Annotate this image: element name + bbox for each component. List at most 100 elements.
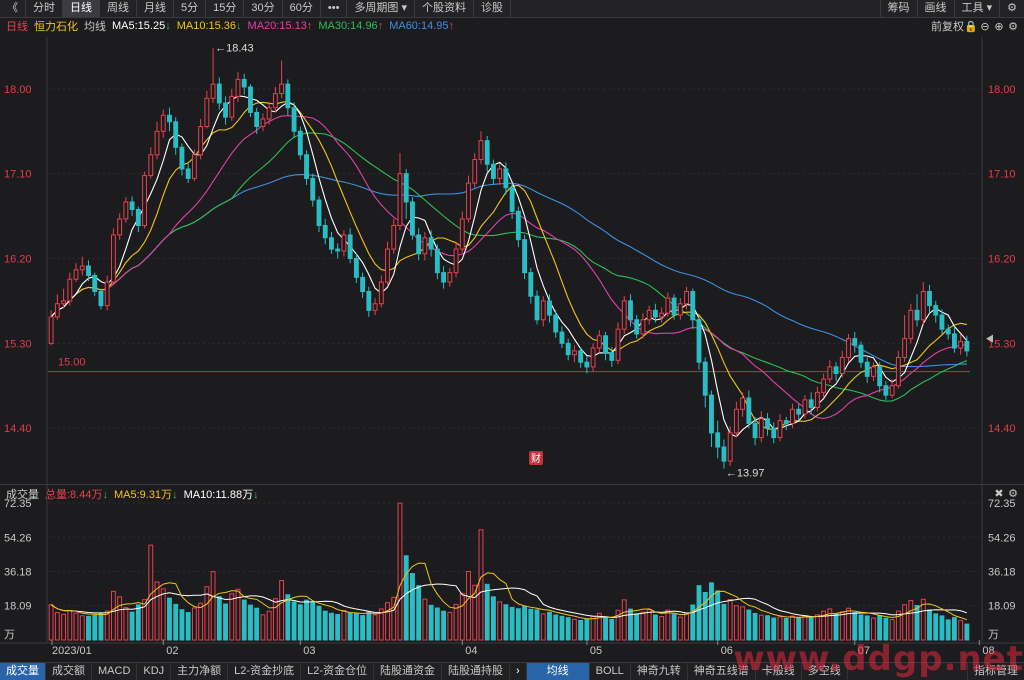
candle-body: [117, 218, 123, 236]
price-tick-right: 16.20: [988, 254, 1016, 266]
indicator-tab[interactable]: 成交额: [46, 663, 92, 680]
volume-bar: [771, 617, 777, 641]
candle-body: [621, 300, 627, 330]
overlay-tab[interactable]: 均线: [526, 663, 590, 680]
indicator-tab[interactable]: L2-资金抄底: [228, 663, 302, 680]
candle-body: [939, 314, 945, 330]
volume-bar: [839, 611, 845, 641]
overlay-tab[interactable]: BOLL: [590, 663, 631, 680]
volume-bar: [198, 602, 204, 641]
candle-body: [534, 295, 540, 321]
candle-body: [167, 114, 172, 123]
candle-body: [204, 97, 210, 128]
candle-body: [628, 300, 633, 321]
candle-body: [927, 290, 932, 307]
volume-bar: [883, 617, 889, 641]
indicator-tab[interactable]: L2-资金仓位: [301, 663, 374, 680]
x-axis-label: 07: [858, 645, 870, 657]
volume-bar: [578, 619, 584, 641]
candle-body: [104, 281, 110, 307]
candlestick-chart[interactable]: 18.00 18.0017.10 17.1016.20 16.2015.30 15.30…: [0, 0, 1024, 679]
candle-body: [366, 290, 372, 311]
volume-bar: [534, 609, 540, 641]
low-price-label: ←13.97: [726, 468, 765, 480]
volume-bar: [752, 612, 758, 641]
volume-bar: [503, 604, 509, 641]
candle-body: [584, 361, 590, 368]
indicator-tab[interactable]: 陆股通持股: [442, 663, 510, 680]
volume-bar: [372, 614, 378, 641]
volume-unit-right: 万: [988, 629, 999, 641]
volume-bar: [447, 611, 453, 641]
volume-bar: [522, 605, 528, 641]
candle-body: [696, 319, 702, 363]
candle-body: [416, 234, 422, 255]
candle-body: [727, 432, 733, 462]
volume-bar: [285, 594, 291, 641]
indicator-tab[interactable]: KDJ: [137, 663, 172, 680]
candle-body: [459, 218, 465, 250]
volume-bar: [179, 609, 185, 641]
overlay-tab[interactable]: 多空线: [802, 663, 848, 680]
candle-body: [248, 86, 253, 113]
candle-body: [908, 309, 914, 340]
volume-bar: [864, 615, 870, 641]
indicator-tab[interactable]: 主力净额: [171, 663, 229, 680]
x-axis-label: 03: [303, 645, 315, 657]
candle-body: [509, 187, 515, 212]
candle-body: [447, 272, 453, 283]
candle-body: [173, 121, 179, 148]
volume-bar: [347, 612, 353, 641]
candle-body: [216, 83, 222, 104]
volume-bar: [609, 618, 615, 641]
candle-body: [752, 422, 758, 439]
candle-body: [702, 361, 708, 396]
volume-bar: [665, 609, 671, 641]
volume-bar: [927, 609, 932, 641]
candle-body: [846, 338, 851, 358]
price-tick-left: 14.40: [4, 423, 32, 435]
candle-body: [135, 208, 141, 227]
volume-bar: [416, 585, 422, 641]
volume-tick-right: 36.18: [988, 566, 1016, 578]
indicator-tab[interactable]: MACD: [92, 663, 138, 680]
overlay-tab[interactable]: 神奇五线谱: [688, 663, 756, 680]
volume-bar: [453, 603, 459, 641]
candle-body: [360, 276, 366, 292]
candle-body: [48, 316, 54, 344]
volume-bar: [73, 612, 79, 641]
candle-body: [223, 102, 228, 118]
candle-body: [578, 350, 584, 363]
candle-body: [67, 278, 73, 302]
volume-bar: [191, 607, 197, 641]
candle-body: [266, 107, 272, 120]
volume-bar: [484, 583, 490, 641]
volume-bar: [634, 613, 640, 641]
volume-bar: [740, 606, 746, 641]
candle-body: [609, 352, 615, 361]
candle-body: [709, 394, 714, 434]
candle-body: [210, 83, 216, 99]
indicator-tab[interactable]: 陆股通资金: [374, 663, 442, 680]
candle-body: [297, 130, 303, 156]
volume-bar: [86, 615, 91, 641]
candle-body: [123, 201, 129, 220]
candle-body: [783, 420, 789, 424]
overlay-tab[interactable]: 神奇九转: [631, 663, 688, 680]
volume-bar: [154, 581, 160, 641]
volume-bar: [229, 593, 235, 641]
ma60-line: [50, 174, 967, 368]
volume-bar: [397, 502, 403, 641]
candle-body: [503, 168, 509, 189]
candle-body: [466, 182, 471, 220]
candle-body: [902, 338, 908, 358]
volume-bar: [758, 614, 764, 641]
price-tick-left: 15.30: [4, 338, 32, 350]
volume-tick-left: 54.26: [4, 532, 32, 544]
scroll-right-icon[interactable]: ›: [510, 663, 527, 680]
candle-body: [497, 168, 503, 179]
indicator-manage-button[interactable]: 指标管理: [967, 663, 1024, 680]
overlay-tab[interactable]: 卡般线: [756, 663, 802, 680]
indicator-tab[interactable]: 成交量: [0, 663, 46, 680]
x-axis-label: 06: [721, 645, 733, 657]
